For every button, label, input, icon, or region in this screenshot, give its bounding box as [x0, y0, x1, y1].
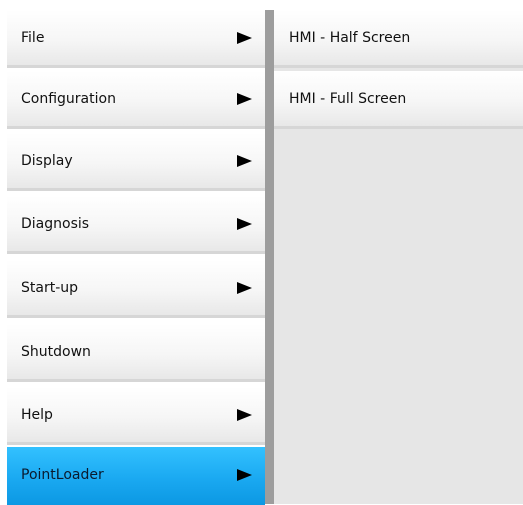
submenu-item-label: HMI - Half Screen [289, 30, 411, 46]
menu-item-label: Shutdown [21, 344, 91, 360]
menu-item-label: Start-up [21, 280, 79, 296]
menu-divider [265, 10, 274, 504]
menu-item-label: File [21, 30, 45, 46]
menu-item-start-up[interactable]: Start-up [7, 260, 265, 318]
menu-item-help[interactable]: Help [7, 387, 265, 445]
menu-item-label: Diagnosis [21, 216, 90, 232]
submenu-arrow-icon [237, 155, 252, 167]
submenu-arrow-icon [237, 409, 252, 421]
submenu-arrow-icon [237, 469, 252, 481]
menu-item-display[interactable]: Display [7, 133, 265, 191]
submenu-arrow-icon [237, 32, 252, 44]
submenu-item-hmi-half-screen[interactable]: HMI - Half Screen [274, 10, 523, 68]
main-menu: File Configuration Display Diagnosis Sta… [7, 10, 265, 505]
menu-item-label: PointLoader [21, 467, 104, 483]
submenu-item-hmi-full-screen[interactable]: HMI - Full Screen [274, 71, 523, 129]
menu-item-shutdown[interactable]: Shutdown [7, 324, 265, 382]
menu-item-diagnosis[interactable]: Diagnosis [7, 196, 265, 254]
submenu-arrow-icon [237, 93, 252, 105]
submenu-panel: HMI - Half Screen HMI - Full Screen [274, 10, 523, 504]
menu-item-pointloader[interactable]: PointLoader [7, 447, 265, 505]
submenu-item-label: HMI - Full Screen [289, 91, 407, 107]
menu-item-file[interactable]: File [7, 10, 265, 68]
menu-item-configuration[interactable]: Configuration [7, 71, 265, 129]
submenu-arrow-icon [237, 282, 252, 294]
menu-item-label: Help [21, 407, 53, 423]
submenu-arrow-icon [237, 218, 252, 230]
menu-item-label: Configuration [21, 91, 116, 107]
menu-item-label: Display [21, 153, 73, 169]
